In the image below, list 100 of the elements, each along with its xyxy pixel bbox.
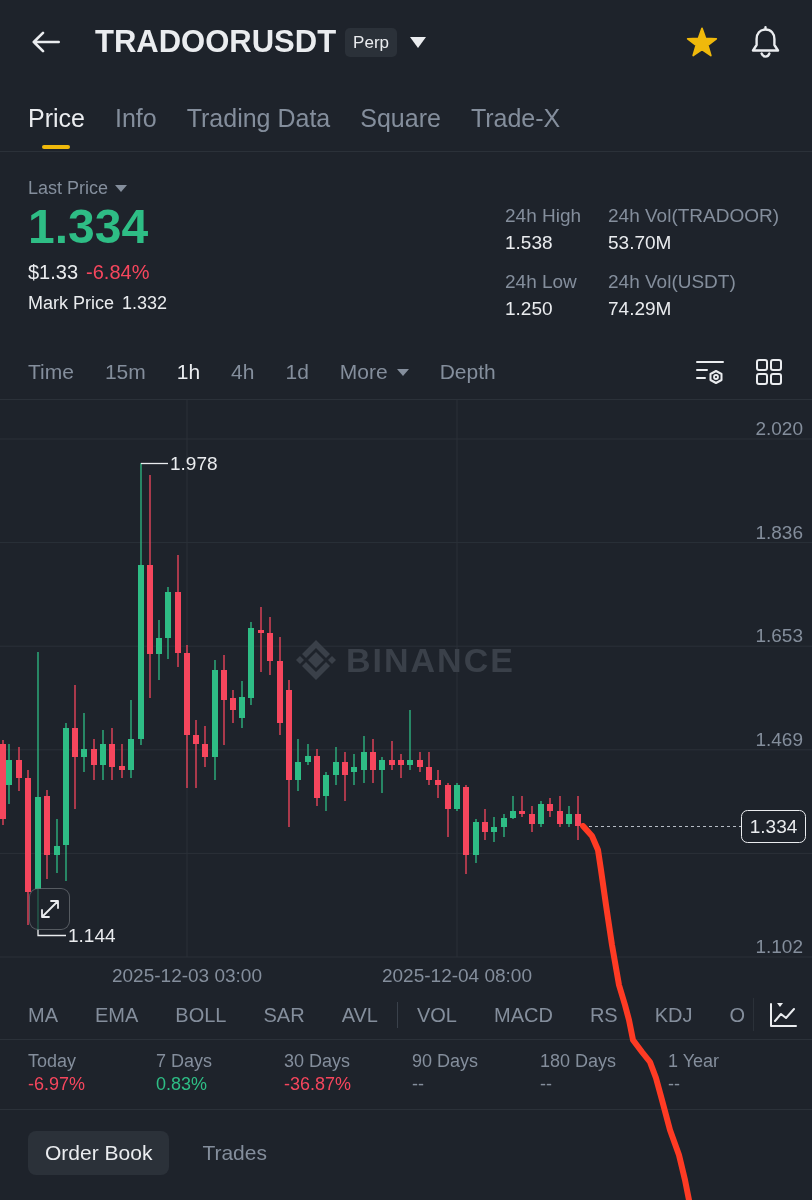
caret-icon — [396, 368, 409, 376]
interval-tab[interactable]: Time — [28, 358, 74, 386]
stat-value: 1.250 — [505, 297, 554, 321]
rising-candle — [566, 805, 572, 828]
book-tab[interactable]: Trades — [185, 1131, 284, 1175]
settings-icon[interactable] — [696, 359, 724, 385]
tab[interactable]: Trade-X — [470, 84, 561, 151]
rising-candle — [407, 709, 413, 771]
high-price-label: 1.978 — [170, 453, 218, 474]
expand-icon — [38, 898, 61, 920]
period-change: -- — [540, 1073, 552, 1095]
price-change: -6.84% — [86, 260, 150, 285]
falling-candle — [193, 719, 199, 789]
period-change: 0.83% — [156, 1073, 208, 1095]
rising-candle — [323, 771, 329, 812]
tab[interactable]: Trading Data — [186, 84, 331, 151]
stat-value: 1.538 — [505, 231, 554, 255]
rising-candle — [81, 712, 87, 773]
interval-tab[interactable]: 4h — [231, 358, 255, 386]
falling-candle — [398, 753, 404, 779]
usd-price: $1.33 — [28, 260, 79, 285]
period-label: 1 Year — [668, 1050, 720, 1073]
indicator-tab[interactable]: AVL — [341, 1001, 378, 1028]
falling-candle — [529, 805, 535, 833]
book-tab[interactable]: Order Book — [28, 1131, 170, 1175]
caret-icon — [115, 184, 128, 192]
rising-candle — [351, 753, 357, 786]
indicator-tab[interactable]: VOL — [416, 1001, 457, 1028]
falling-candle — [435, 769, 441, 799]
line-chart-icon[interactable] — [769, 1001, 797, 1028]
rising-candle — [454, 782, 460, 812]
fullscreen-button[interactable] — [29, 888, 70, 930]
caret-icon[interactable] — [410, 36, 427, 48]
rising-candle — [305, 743, 311, 766]
rising-candle — [333, 746, 339, 786]
price-axis-label: 1.653 — [755, 625, 803, 647]
price-axis-label: 1.836 — [755, 521, 803, 543]
stat-value: 74.29M — [608, 297, 673, 321]
period-change: -36.87% — [284, 1073, 352, 1095]
grid-icon[interactable] — [756, 359, 782, 385]
tab[interactable]: Info — [114, 84, 157, 151]
time-axis-label: 2025-12-04 08:00 — [382, 965, 532, 986]
indicator-tab[interactable]: MA — [28, 1001, 58, 1028]
stat-label: 24h High — [505, 204, 583, 228]
interval-tab[interactable]: Depth — [439, 358, 496, 386]
falling-candle — [119, 743, 125, 779]
indicator-tab[interactable]: SAR — [263, 1001, 305, 1028]
rising-candle — [156, 619, 162, 681]
indicator-tab[interactable]: EMA — [95, 1001, 139, 1028]
price-axis-label: 2.020 — [755, 418, 803, 439]
falling-candle — [230, 689, 236, 724]
last-price-dropdown[interactable]: Last Price — [28, 177, 128, 199]
period-label: 7 Days — [156, 1050, 213, 1073]
rising-candle — [501, 813, 507, 838]
interval-dropdown[interactable]: More — [339, 358, 409, 386]
stat-label: 24h Vol(TRADOOR) — [608, 204, 780, 228]
falling-candle — [547, 797, 553, 818]
falling-candle — [370, 738, 376, 784]
star-icon[interactable] — [686, 27, 718, 57]
tab[interactable]: Price — [28, 84, 85, 151]
interval-tab[interactable]: 1h — [176, 358, 201, 386]
falling-candle — [445, 782, 451, 838]
falling-candle — [519, 795, 525, 818]
falling-candle — [389, 740, 395, 771]
rising-candle — [379, 756, 385, 794]
falling-candle — [16, 746, 22, 792]
period-label: Today — [28, 1050, 77, 1073]
period-label: 30 Days — [284, 1050, 351, 1073]
period-label: 180 Days — [540, 1050, 617, 1073]
tab[interactable]: Square — [360, 84, 441, 151]
falling-candle — [342, 751, 348, 802]
indicator-tab[interactable]: BOLL — [175, 1001, 227, 1028]
price-axis-label: 1.102 — [755, 936, 803, 957]
last-price-tag: 1.334 — [741, 810, 806, 843]
period-label: 90 Days — [412, 1050, 479, 1073]
indicator-tab[interactable]: RS — [589, 1001, 618, 1028]
rising-candle — [100, 729, 106, 781]
time-axis-label: 2025-12-03 03:00 — [112, 965, 262, 986]
period-change: -- — [668, 1073, 680, 1095]
symbol-title: TRADOORUSDT — [95, 24, 337, 60]
indicator-tab[interactable]: KDJ — [654, 1001, 693, 1028]
rising-candle — [510, 795, 516, 820]
back-icon[interactable] — [32, 31, 60, 53]
price-axis-label: 1.469 — [755, 728, 803, 750]
falling-candle — [575, 795, 581, 841]
high-leader-line — [140, 462, 169, 465]
contract-type-badge: Perp — [345, 27, 398, 57]
mark-price-value: 1.332 — [122, 292, 168, 315]
rising-candle — [538, 800, 544, 828]
interval-tab[interactable]: 1d — [285, 358, 309, 386]
bell-icon[interactable] — [750, 26, 781, 58]
indicator-tab[interactable]: O — [729, 1001, 746, 1028]
period-change: -6.97% — [28, 1073, 86, 1095]
indicator-tab[interactable]: MACD — [494, 1001, 553, 1028]
stat-label: 24h Vol(USDT) — [608, 270, 737, 294]
falling-candle — [426, 751, 432, 786]
last-price: 1.334 — [28, 201, 149, 253]
mark-price-label: Mark Price — [28, 292, 114, 315]
interval-tab[interactable]: 15m — [104, 358, 146, 386]
stat-value: 53.70M — [608, 231, 673, 255]
